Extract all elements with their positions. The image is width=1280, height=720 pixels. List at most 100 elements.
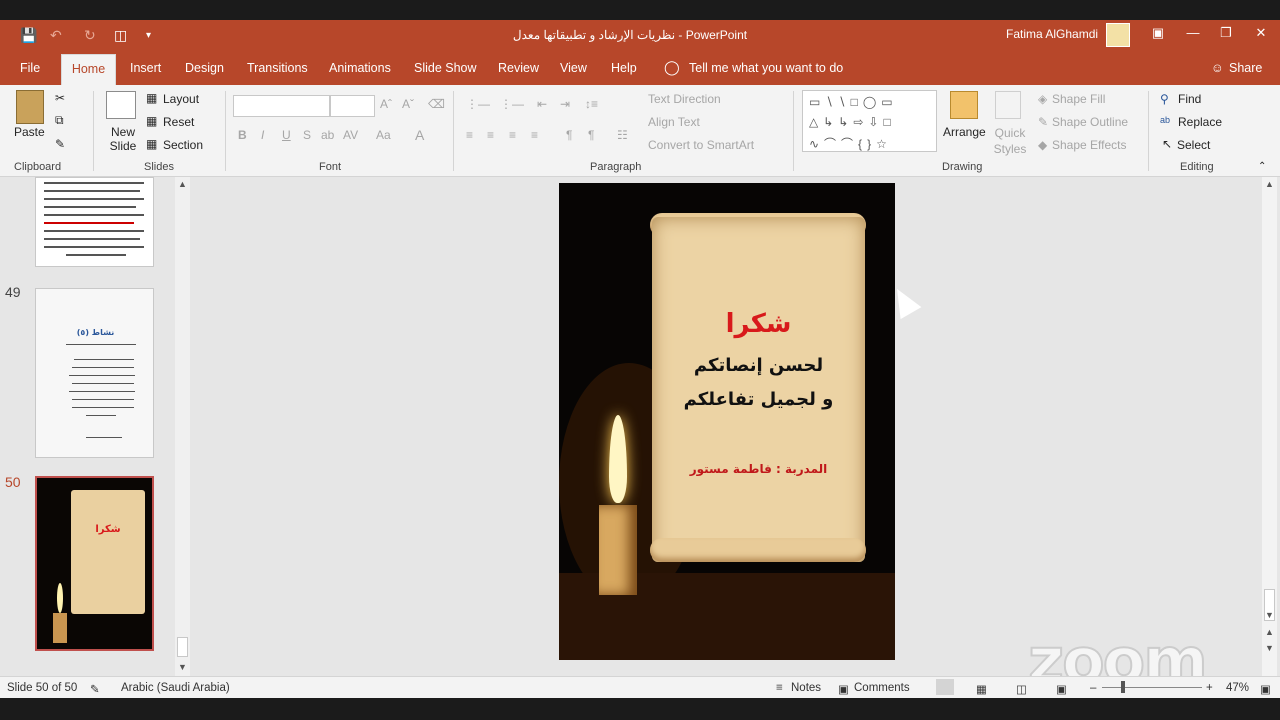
normal-view-icon[interactable] — [936, 679, 954, 695]
font-color-icon[interactable]: A — [415, 127, 424, 143]
columns-icon[interactable]: ☷ — [617, 128, 628, 142]
spell-check-icon[interactable]: ✎ — [90, 682, 100, 696]
font-size-input[interactable] — [330, 95, 375, 117]
shape-effects-button[interactable]: Shape Effects — [1052, 138, 1127, 152]
tab-animations[interactable]: Animations — [329, 61, 391, 75]
change-case-icon[interactable]: Aa — [376, 128, 391, 142]
clear-formatting-icon[interactable]: ⌫ — [428, 97, 445, 111]
slideshow-view-icon[interactable]: ▣ — [1056, 682, 1067, 696]
new-slide-button[interactable]: New Slide — [108, 125, 138, 153]
increase-font-icon[interactable]: Aˆ — [380, 97, 392, 111]
zoom-in-icon[interactable]: + — [1206, 682, 1213, 694]
close-icon[interactable]: ✕ — [1251, 25, 1271, 41]
replace-button[interactable]: Replace — [1178, 115, 1222, 129]
paste-button[interactable]: Paste — [14, 125, 45, 139]
decrease-indent-icon[interactable]: ⇤ — [537, 97, 547, 111]
justify-icon[interactable]: ≡ — [531, 128, 538, 142]
minimize-icon[interactable]: — — [1183, 25, 1203, 40]
select-button[interactable]: Select — [1177, 138, 1210, 152]
slide-sorter-icon[interactable]: ▦ — [976, 682, 987, 696]
format-painter-icon[interactable]: ✎ — [55, 137, 65, 151]
collapse-ribbon-icon[interactable]: ⌃ — [1258, 161, 1266, 172]
reading-view-icon[interactable]: ◫ — [1016, 682, 1027, 696]
restore-icon[interactable]: ❐ — [1216, 25, 1236, 41]
tab-insert[interactable]: Insert — [130, 61, 161, 75]
language-indicator[interactable]: Arabic (Saudi Arabia) — [121, 682, 230, 694]
zoom-slider-thumb[interactable] — [1121, 681, 1125, 693]
trainer-name[interactable]: المدربة : فاطمة مستور — [652, 462, 865, 476]
customize-qat-icon[interactable]: ▾ — [146, 30, 151, 41]
arrange-button[interactable]: Arrange — [943, 125, 986, 139]
find-button[interactable]: Find — [1178, 92, 1201, 106]
slide-canvas[interactable]: شكرا لحسن إنصاتكم و لجميل تفاعلكم المدرب… — [559, 183, 895, 660]
scroll-up-icon[interactable]: ▲ — [178, 179, 187, 189]
align-center-icon[interactable]: ≡ — [487, 128, 494, 142]
zoom-slider[interactable] — [1102, 687, 1202, 688]
bold-icon[interactable]: B — [238, 128, 247, 142]
rtl-icon[interactable]: ¶ — [588, 128, 594, 142]
align-left-icon[interactable]: ≡ — [466, 128, 473, 142]
ribbon-display-options-icon[interactable]: ▣ — [1148, 25, 1168, 41]
text-direction-button[interactable]: Text Direction — [648, 92, 721, 106]
slide-thumbnail-49[interactable]: نشاط (٥) — [35, 288, 154, 458]
cut-icon[interactable]: ✂ — [55, 91, 65, 105]
avatar[interactable] — [1106, 23, 1130, 47]
scroll-up-icon[interactable]: ▲ — [1265, 179, 1274, 189]
tab-review[interactable]: Review — [498, 61, 539, 75]
decrease-font-icon[interactable]: Aˇ — [402, 97, 414, 111]
strikethrough-icon[interactable]: S — [303, 128, 311, 142]
notes-button[interactable]: Notes — [791, 682, 821, 694]
scroll-down-icon[interactable]: ▼ — [1265, 610, 1274, 620]
tab-home[interactable]: Home — [61, 54, 116, 85]
next-slide-icon[interactable]: ▼ — [1265, 643, 1274, 653]
scroll-down-icon[interactable]: ▼ — [178, 662, 187, 672]
share-button[interactable]: Share — [1229, 61, 1262, 75]
align-right-icon[interactable]: ≡ — [509, 128, 516, 142]
comments-button[interactable]: Comments — [854, 682, 910, 694]
layout-button[interactable]: Layout — [163, 92, 199, 106]
numbering-icon[interactable]: ⋮— — [500, 97, 524, 111]
tab-view[interactable]: View — [560, 61, 587, 75]
start-from-beginning-icon[interactable]: ◫ — [114, 27, 127, 44]
tab-help[interactable]: Help — [611, 61, 637, 75]
align-text-button[interactable]: Align Text — [648, 115, 700, 129]
copy-icon[interactable]: ⧉ — [55, 113, 64, 128]
tab-slide-show[interactable]: Slide Show — [414, 61, 477, 75]
save-icon[interactable]: 💾 — [20, 27, 37, 44]
shape-fill-button[interactable]: Shape Fill — [1052, 92, 1105, 106]
previous-slide-icon[interactable]: ▲ — [1265, 627, 1274, 637]
tab-transitions[interactable]: Transitions — [247, 61, 308, 75]
fit-to-window-icon[interactable]: ▣ — [1260, 682, 1271, 696]
slide-thumbnail-50-selected[interactable]: شكرا — [35, 476, 154, 651]
undo-icon[interactable]: ↶ — [50, 27, 62, 44]
slide-line-1[interactable]: لحسن إنصاتكم — [652, 355, 865, 376]
font-name-input[interactable] — [233, 95, 330, 117]
zoom-out-icon[interactable]: – — [1090, 682, 1096, 694]
paste-icon[interactable] — [16, 90, 44, 124]
shapes-gallery[interactable]: ▭∖∖□◯▭ △↳↳⇨⇩□ ∿⌒⌒{}☆ — [802, 90, 937, 152]
bullets-icon[interactable]: ⋮— — [466, 97, 490, 111]
tell-me-search[interactable]: Tell me what you want to do — [689, 61, 843, 75]
slide-heading[interactable]: شكرا — [652, 309, 865, 339]
tab-file[interactable]: File — [20, 61, 40, 75]
tab-design[interactable]: Design — [185, 61, 224, 75]
slide-thumbnail-48[interactable] — [35, 177, 154, 267]
quick-styles-icon[interactable] — [995, 91, 1021, 119]
ltr-icon[interactable]: ¶ — [566, 128, 572, 142]
convert-smartart-button[interactable]: Convert to SmartArt — [648, 138, 754, 152]
line-spacing-icon[interactable]: ↕≡ — [585, 97, 598, 111]
section-button[interactable]: Section — [163, 138, 203, 152]
redo-icon[interactable]: ↻ — [84, 27, 96, 44]
editor-scrollbar[interactable]: ▲ ▼ ▲ ▼ — [1262, 177, 1277, 676]
character-spacing-icon[interactable]: AV — [343, 128, 358, 142]
user-name[interactable]: Fatima AlGhamdi — [1006, 27, 1098, 41]
arrange-icon[interactable] — [950, 91, 978, 119]
new-slide-icon[interactable] — [106, 91, 136, 119]
slide-line-2[interactable]: و لجميل تفاعلكم — [652, 389, 865, 410]
text-shadow-icon[interactable]: ab — [321, 128, 334, 142]
underline-icon[interactable]: U — [282, 128, 291, 142]
italic-icon[interactable]: I — [261, 128, 264, 142]
reset-button[interactable]: Reset — [163, 115, 194, 129]
increase-indent-icon[interactable]: ⇥ — [560, 97, 570, 111]
thumbnail-scrollbar[interactable]: ▲ ▼ — [175, 177, 190, 676]
